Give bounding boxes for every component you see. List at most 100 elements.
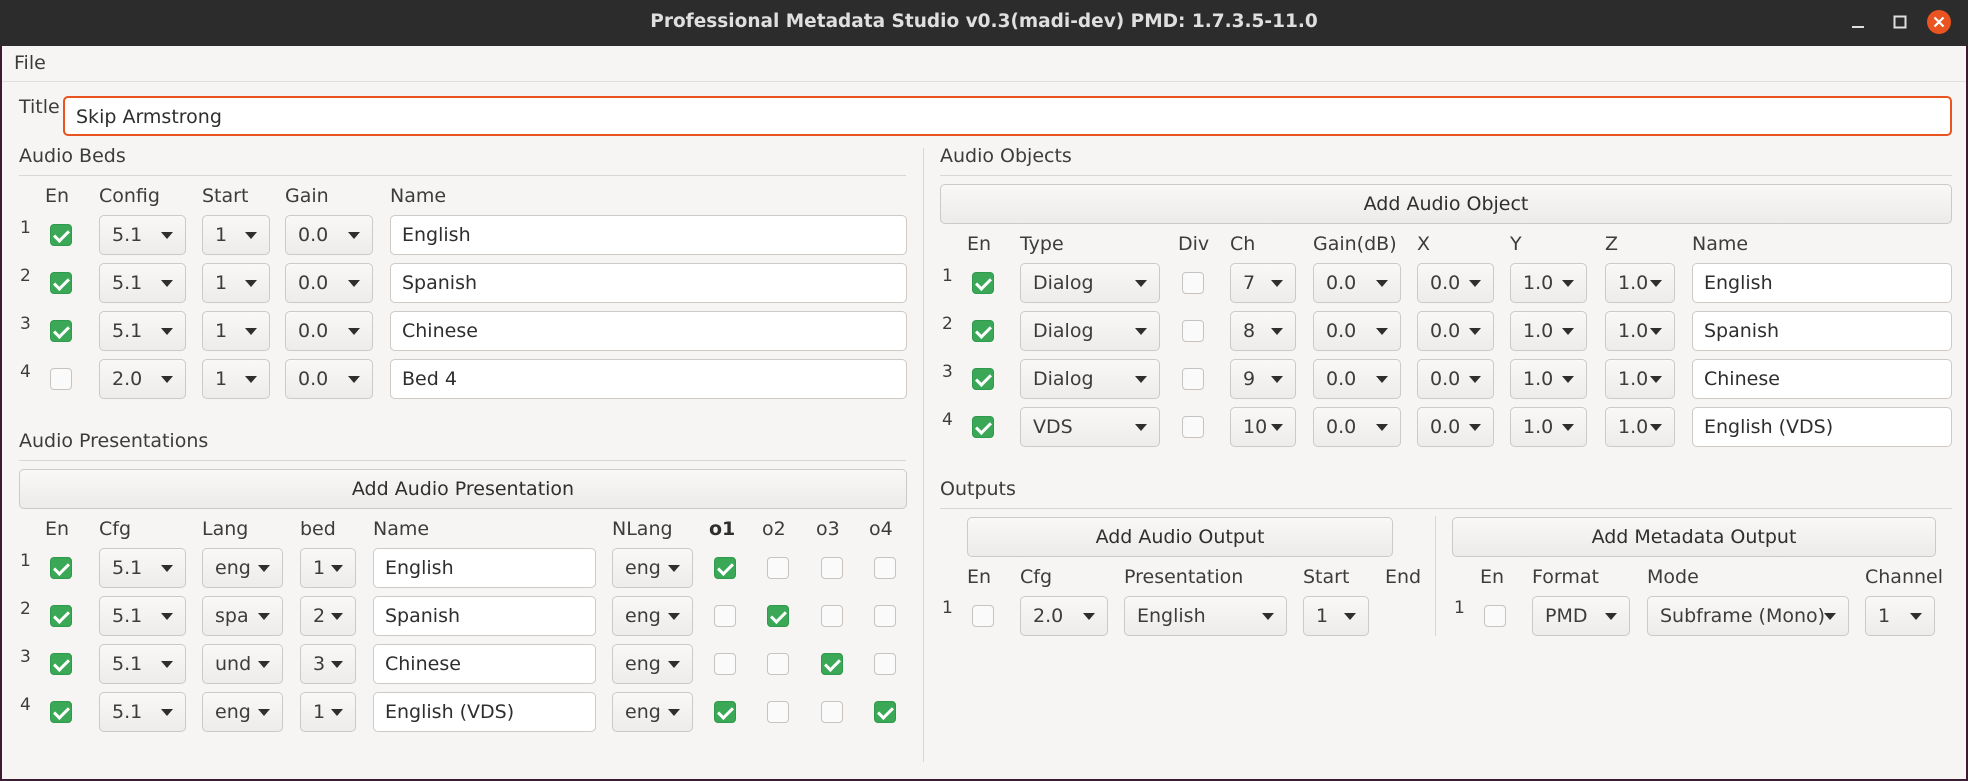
divergence-checkbox[interactable] (1182, 320, 1204, 342)
y-dropdown[interactable]: 1.0 (1510, 311, 1587, 351)
bed-name-input[interactable]: Bed 4 (390, 359, 907, 399)
enable-checkbox[interactable] (972, 368, 994, 390)
bed-dropdown[interactable]: 3 (300, 644, 356, 684)
start-dropdown[interactable]: 1 (202, 263, 270, 303)
object-name-input[interactable]: English (VDS) (1692, 407, 1952, 447)
z-dropdown[interactable]: 1.0 (1605, 263, 1675, 303)
presentation-name-input[interactable]: Spanish (373, 596, 596, 636)
type-dropdown[interactable]: Dialog (1020, 359, 1160, 399)
config-dropdown[interactable]: 5.1 (99, 311, 186, 351)
minimize-button[interactable] (1845, 9, 1871, 35)
x-dropdown[interactable]: 0.0 (1417, 311, 1494, 351)
menu-file[interactable]: File (14, 52, 46, 74)
enable-checkbox[interactable] (50, 368, 72, 390)
audio-output-enable-checkbox[interactable] (972, 605, 994, 627)
metadata-channel-dropdown[interactable]: 1 (1865, 596, 1935, 636)
enable-checkbox[interactable] (50, 320, 72, 342)
output-1-checkbox[interactable] (714, 605, 736, 627)
gain-dropdown[interactable]: 0.0 (1313, 311, 1401, 351)
audio-output-presentation-dropdown[interactable]: English (1124, 596, 1287, 636)
add-audio-output-button[interactable]: Add Audio Output (967, 517, 1393, 557)
enable-checkbox[interactable] (50, 701, 72, 723)
audio-output-cfg-dropdown[interactable]: 2.0 (1020, 596, 1108, 636)
gain-dropdown[interactable]: 0.0 (1313, 263, 1401, 303)
cfg-dropdown[interactable]: 5.1 (99, 644, 186, 684)
nlang-dropdown[interactable]: eng (612, 692, 693, 732)
add-audio-object-button[interactable]: Add Audio Object (940, 184, 1952, 224)
output-2-checkbox[interactable] (767, 605, 789, 627)
enable-checkbox[interactable] (50, 605, 72, 627)
gain-dropdown[interactable]: 0.0 (1313, 407, 1401, 447)
output-4-checkbox[interactable] (874, 701, 896, 723)
gain-dropdown[interactable]: 0.0 (285, 215, 373, 255)
metadata-format-dropdown[interactable]: PMD (1532, 596, 1630, 636)
y-dropdown[interactable]: 1.0 (1510, 407, 1587, 447)
maximize-button[interactable] (1887, 9, 1913, 35)
output-3-checkbox[interactable] (821, 557, 843, 579)
x-dropdown[interactable]: 0.0 (1417, 359, 1494, 399)
lang-dropdown[interactable]: eng (202, 548, 283, 588)
bed-dropdown[interactable]: 1 (300, 692, 356, 732)
gain-dropdown[interactable]: 0.0 (285, 359, 373, 399)
output-4-checkbox[interactable] (874, 557, 896, 579)
bed-name-input[interactable]: Spanish (390, 263, 907, 303)
divergence-checkbox[interactable] (1182, 368, 1204, 390)
config-dropdown[interactable]: 5.1 (99, 263, 186, 303)
output-2-checkbox[interactable] (767, 653, 789, 675)
output-2-checkbox[interactable] (767, 557, 789, 579)
presentation-name-input[interactable]: English (373, 548, 596, 588)
output-1-checkbox[interactable] (714, 557, 736, 579)
object-name-input[interactable]: Spanish (1692, 311, 1952, 351)
object-name-input[interactable]: English (1692, 263, 1952, 303)
close-button[interactable] (1926, 9, 1952, 35)
enable-checkbox[interactable] (972, 320, 994, 342)
object-name-input[interactable]: Chinese (1692, 359, 1952, 399)
panel-splitter[interactable] (923, 148, 924, 762)
bed-dropdown[interactable]: 1 (300, 548, 356, 588)
bed-name-input[interactable]: Chinese (390, 311, 907, 351)
audio-output-start-dropdown[interactable]: 1 (1303, 596, 1369, 636)
output-3-checkbox[interactable] (821, 605, 843, 627)
metadata-mode-dropdown[interactable]: Subframe (Mono) (1647, 596, 1849, 636)
config-dropdown[interactable]: 5.1 (99, 215, 186, 255)
type-dropdown[interactable]: Dialog (1020, 263, 1160, 303)
add-audio-presentation-button[interactable]: Add Audio Presentation (19, 469, 907, 509)
output-1-checkbox[interactable] (714, 653, 736, 675)
nlang-dropdown[interactable]: eng (612, 596, 693, 636)
lang-dropdown[interactable]: spa (202, 596, 283, 636)
cfg-dropdown[interactable]: 5.1 (99, 596, 186, 636)
cfg-dropdown[interactable]: 5.1 (99, 692, 186, 732)
output-4-checkbox[interactable] (874, 605, 896, 627)
x-dropdown[interactable]: 0.0 (1417, 407, 1494, 447)
output-2-checkbox[interactable] (767, 701, 789, 723)
y-dropdown[interactable]: 1.0 (1510, 263, 1587, 303)
nlang-dropdown[interactable]: eng (612, 548, 693, 588)
start-dropdown[interactable]: 1 (202, 215, 270, 255)
gain-dropdown[interactable]: 0.0 (285, 263, 373, 303)
gain-dropdown[interactable]: 0.0 (285, 311, 373, 351)
divergence-checkbox[interactable] (1182, 272, 1204, 294)
add-metadata-output-button[interactable]: Add Metadata Output (1452, 517, 1936, 557)
output-1-checkbox[interactable] (714, 701, 736, 723)
output-3-checkbox[interactable] (821, 701, 843, 723)
y-dropdown[interactable]: 1.0 (1510, 359, 1587, 399)
channel-dropdown[interactable]: 9 (1230, 359, 1296, 399)
metadata-output-enable-checkbox[interactable] (1484, 605, 1506, 627)
enable-checkbox[interactable] (50, 224, 72, 246)
enable-checkbox[interactable] (50, 272, 72, 294)
presentation-name-input[interactable]: Chinese (373, 644, 596, 684)
enable-checkbox[interactable] (50, 557, 72, 579)
config-dropdown[interactable]: 2.0 (99, 359, 186, 399)
x-dropdown[interactable]: 0.0 (1417, 263, 1494, 303)
lang-dropdown[interactable]: eng (202, 692, 283, 732)
cfg-dropdown[interactable]: 5.1 (99, 548, 186, 588)
enable-checkbox[interactable] (972, 272, 994, 294)
output-4-checkbox[interactable] (874, 653, 896, 675)
channel-dropdown[interactable]: 7 (1230, 263, 1296, 303)
divergence-checkbox[interactable] (1182, 416, 1204, 438)
type-dropdown[interactable]: Dialog (1020, 311, 1160, 351)
outputs-splitter[interactable] (1435, 516, 1436, 636)
output-3-checkbox[interactable] (821, 653, 843, 675)
z-dropdown[interactable]: 1.0 (1605, 311, 1675, 351)
presentation-name-input[interactable]: English (VDS) (373, 692, 596, 732)
